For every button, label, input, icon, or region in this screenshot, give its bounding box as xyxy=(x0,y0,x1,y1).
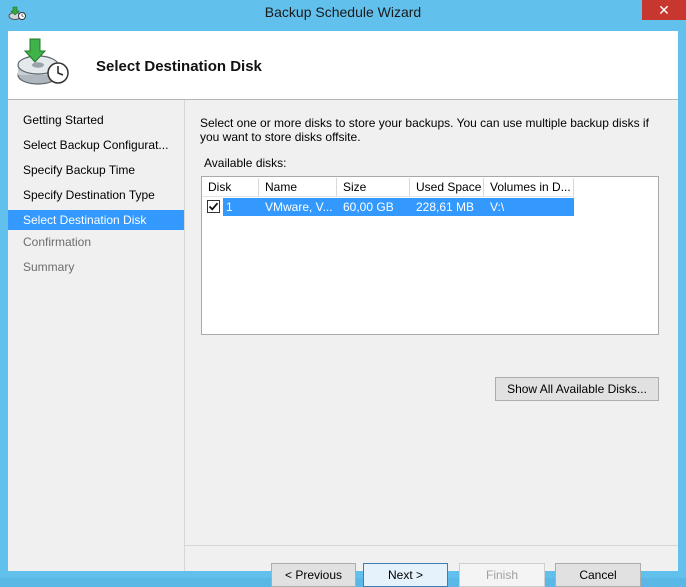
column-header-disk[interactable]: Disk xyxy=(202,178,259,197)
show-all-disks-button[interactable]: Show All Available Disks... xyxy=(495,377,659,401)
checkmark-icon xyxy=(208,202,219,211)
cell-volumes: V:\ xyxy=(490,200,505,214)
window-title: Backup Schedule Wizard xyxy=(264,4,422,20)
column-header-size[interactable]: Size xyxy=(337,178,410,197)
wizard-header: Select Destination Disk xyxy=(8,31,678,99)
previous-button[interactable]: < Previous xyxy=(271,563,356,587)
wizard-client: Select Destination Disk Getting Started … xyxy=(8,31,678,587)
available-disks-label: Available disks: xyxy=(204,156,287,170)
next-button[interactable]: Next > xyxy=(363,563,448,587)
nav-item-specify-backup-time[interactable]: Specify Backup Time xyxy=(8,160,184,180)
nav-item-specify-destination-type[interactable]: Specify Destination Type xyxy=(8,185,184,205)
column-header-used-space[interactable]: Used Space xyxy=(410,178,484,197)
nav-item-select-destination-disk[interactable]: Select Destination Disk xyxy=(8,210,184,230)
column-header-name[interactable]: Name xyxy=(259,178,337,197)
nav-item-select-backup-configuration[interactable]: Select Backup Configurat... xyxy=(8,135,184,155)
finish-button: Finish xyxy=(459,563,545,587)
wizard-nav: Getting Started Select Backup Configurat… xyxy=(8,100,185,571)
title-bar[interactable]: Backup Schedule Wizard ✕ xyxy=(0,0,686,26)
wizard-content: Select one or more disks to store your b… xyxy=(185,100,678,587)
disk-table[interactable]: Disk Name Size Used Space Volumes in D..… xyxy=(201,176,659,335)
instructions-text: Select one or more disks to store your b… xyxy=(200,116,649,144)
table-row[interactable]: 1 VMware, V... 60,00 GB 228,61 MB V:\ xyxy=(202,198,658,216)
cell-name: VMware, V... xyxy=(265,200,333,214)
backup-clock-icon xyxy=(17,38,69,85)
wizard-window: Backup Schedule Wizard ✕ Select Destinat… xyxy=(0,0,686,587)
nav-item-getting-started[interactable]: Getting Started xyxy=(8,110,184,130)
cell-used-space: 228,61 MB xyxy=(416,200,475,214)
disk-checkbox[interactable] xyxy=(207,200,220,213)
column-header-volumes[interactable]: Volumes in D... xyxy=(484,178,574,197)
nav-item-confirmation: Confirmation xyxy=(23,235,92,249)
cell-size: 60,00 GB xyxy=(343,200,394,214)
page-title: Select Destination Disk xyxy=(96,58,262,75)
close-button[interactable]: ✕ xyxy=(642,0,686,20)
nav-item-summary: Summary xyxy=(23,260,75,274)
cell-disk: 1 xyxy=(226,200,233,214)
footer-divider xyxy=(185,545,678,546)
cancel-button[interactable]: Cancel xyxy=(555,563,641,587)
